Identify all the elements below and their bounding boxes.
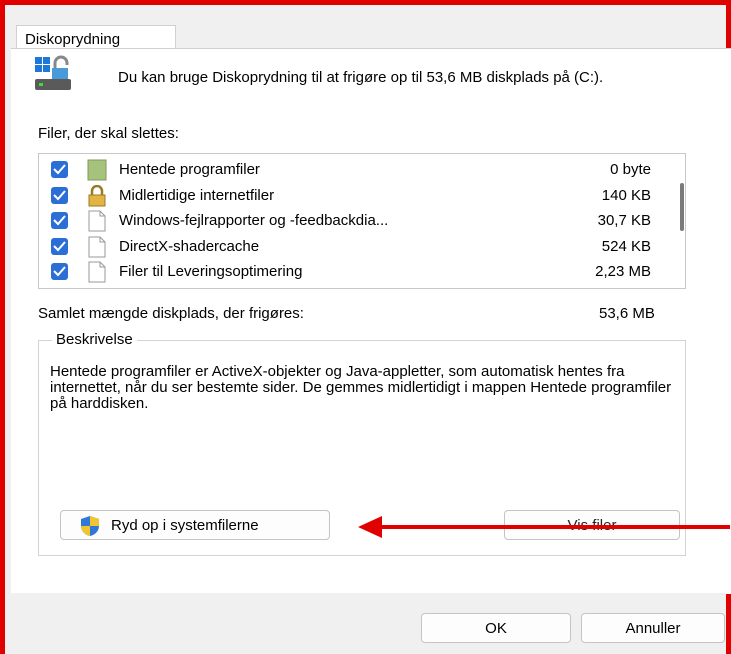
file-size: 30,7 KB bbox=[597, 212, 651, 229]
file-name: Windows-fejlrapporter og -feedbackdia... bbox=[119, 212, 389, 229]
green-folder-icon bbox=[87, 159, 107, 181]
list-scrollbar-thumb[interactable] bbox=[680, 183, 684, 231]
intro-text: Du kan bruge Diskoprydning til at frigør… bbox=[118, 69, 604, 86]
checkbox-checked[interactable] bbox=[51, 161, 68, 178]
total-space-value: 53,6 MB bbox=[599, 305, 655, 322]
file-name: Hentede programfiler bbox=[119, 161, 260, 178]
list-item[interactable]: Hentede programfiler 0 byte bbox=[39, 157, 669, 182]
document-icon bbox=[88, 261, 106, 283]
disk-cleanup-drive-icon bbox=[35, 55, 71, 90]
clean-up-system-files-button[interactable]: Ryd op i systemfilerne bbox=[60, 510, 330, 540]
clean-up-system-files-label: Ryd op i systemfilerne bbox=[111, 517, 259, 534]
list-item[interactable]: Filer til Leveringsoptimering 2,23 MB bbox=[39, 259, 669, 284]
uac-shield-icon bbox=[81, 516, 99, 536]
checkbox-checked[interactable] bbox=[51, 212, 68, 229]
file-name: Midlertidige internetfiler bbox=[119, 187, 275, 204]
document-icon bbox=[88, 210, 106, 232]
file-size: 0 byte bbox=[610, 161, 651, 178]
total-space-label: Samlet mængde diskplads, der frigøres: bbox=[38, 305, 304, 322]
tab-strip: Diskoprydning bbox=[5, 5, 726, 55]
files-to-delete-label: Filer, der skal slettes: bbox=[38, 125, 179, 142]
file-size: 140 KB bbox=[601, 187, 651, 204]
checkbox-checked[interactable] bbox=[51, 238, 68, 255]
file-size: 524 KB bbox=[601, 238, 651, 255]
cancel-button[interactable]: Annuller bbox=[581, 613, 725, 643]
description-text: Hentede programfiler er ActiveX-objekter… bbox=[50, 363, 672, 412]
list-item[interactable]: Windows-fejlrapporter og -feedbackdia...… bbox=[39, 208, 669, 233]
document-icon bbox=[88, 236, 106, 258]
files-list[interactable]: Hentede programfiler 0 byte Midlertidige… bbox=[38, 153, 686, 289]
checkbox-checked[interactable] bbox=[51, 263, 68, 280]
red-annotation-arrow bbox=[358, 516, 730, 538]
description-title: Beskrivelse bbox=[52, 331, 137, 348]
file-name: Filer til Leveringsoptimering bbox=[119, 263, 303, 280]
list-item[interactable]: Midlertidige internetfiler 140 KB bbox=[39, 183, 669, 208]
ok-button[interactable]: OK bbox=[421, 613, 571, 643]
list-item[interactable]: DirectX-shadercache 524 KB bbox=[39, 234, 669, 259]
file-name: DirectX-shadercache bbox=[119, 238, 260, 255]
checkbox-checked[interactable] bbox=[51, 187, 68, 204]
file-size: 2,23 MB bbox=[595, 263, 651, 280]
lock-icon bbox=[88, 185, 106, 207]
